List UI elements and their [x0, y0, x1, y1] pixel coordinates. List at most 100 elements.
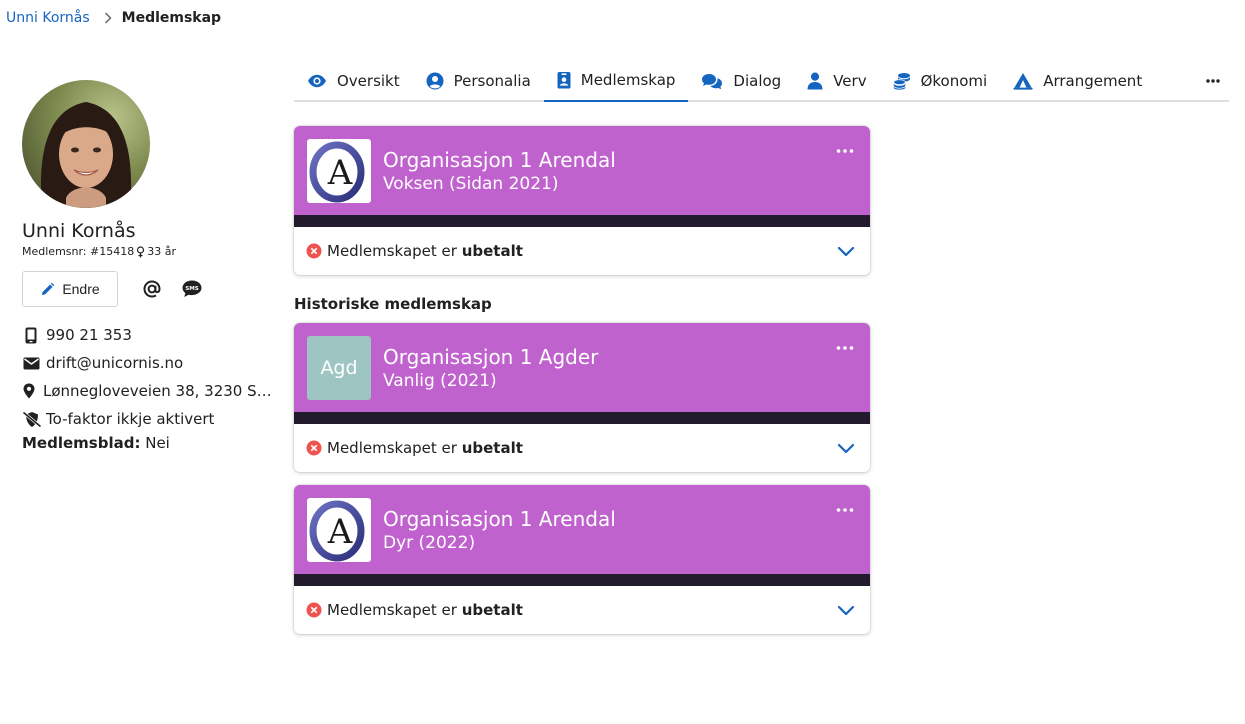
- payment-status-value: ubetalt: [461, 601, 523, 619]
- org-logo: Agd: [307, 335, 371, 400]
- tab-arrangement[interactable]: Arrangement: [1000, 60, 1155, 102]
- chevron-down-icon[interactable]: [834, 436, 858, 460]
- email-address[interactable]: drift@unicornis.no: [46, 354, 183, 372]
- tab-label: Oversikt: [337, 72, 400, 90]
- error-circle-icon: [306, 440, 322, 456]
- address-row: Lønnegloveveien 38, 3230 Sandefjord: [22, 377, 280, 405]
- coins-icon: [892, 72, 911, 90]
- profile-actions: Endre SMS: [22, 271, 280, 307]
- membership-type: Voksen (Sidan 2021): [383, 173, 559, 194]
- membership-card-titles: Organisasjon 1 Arendal Dyr (2022): [383, 506, 616, 554]
- member-meta: Medlemsnr: #15418 33 år: [22, 245, 280, 259]
- tab-label: Arrangement: [1043, 72, 1143, 90]
- comments-icon: [701, 73, 723, 90]
- at-sign-icon[interactable]: [140, 277, 164, 301]
- magazine-label: Medlemsblad:: [22, 434, 141, 452]
- svg-text:A: A: [327, 153, 353, 193]
- membership-card: A Organisasjon 1 Arendal Voksen (Sidan 2…: [294, 126, 870, 275]
- magazine-value: Nei: [145, 434, 170, 452]
- chevron-down-icon[interactable]: [834, 239, 858, 263]
- tab-label: Medlemskap: [580, 71, 676, 89]
- edit-button[interactable]: Endre: [22, 271, 118, 307]
- female-icon: [136, 246, 145, 258]
- map-marker-icon: [22, 383, 36, 399]
- mobile-phone-icon: [22, 327, 40, 344]
- magazine-row: Medlemsblad: Nei: [22, 433, 280, 453]
- more-tabs-icon[interactable]: [1201, 70, 1225, 92]
- two-factor-status: To-faktor ikkje aktivert: [46, 410, 215, 428]
- tent-icon: [1013, 72, 1033, 90]
- pencil-icon: [40, 282, 55, 297]
- tab-label: Verv: [833, 72, 867, 90]
- card-menu-icon[interactable]: [836, 339, 854, 357]
- membership-card-titles: Organisasjon 1 Agder Vanlig (2021): [383, 344, 598, 392]
- error-circle-icon: [306, 602, 322, 618]
- historic-section-title: Historiske medlemskap: [294, 295, 492, 313]
- error-circle-icon: [306, 243, 322, 259]
- membership-status-row[interactable]: Medlemskapet er ubetalt: [294, 227, 870, 275]
- payment-status-value: ubetalt: [461, 242, 523, 260]
- tab-oversikt[interactable]: Oversikt: [294, 60, 413, 102]
- tab-label: Dialog: [733, 72, 782, 90]
- tab-label: Økonomi: [920, 72, 988, 90]
- edit-button-label: Endre: [62, 281, 100, 297]
- membership-card-header: A Organisasjon 1 Arendal Dyr (2022): [294, 485, 870, 574]
- membership-card-header: A Organisasjon 1 Arendal Voksen (Sidan 2…: [294, 126, 870, 215]
- payment-status: Medlemskapet er ubetalt: [327, 601, 523, 619]
- membership-status-row[interactable]: Medlemskapet er ubetalt: [294, 586, 870, 634]
- tab-dialog[interactable]: Dialog: [688, 60, 794, 102]
- phone-number[interactable]: 990 21 353: [46, 326, 132, 344]
- membership-type: Vanlig (2021): [383, 370, 497, 391]
- tab-verv[interactable]: Verv: [794, 60, 879, 102]
- address: Lønnegloveveien 38, 3230 Sandefjord: [43, 382, 275, 400]
- breadcrumb-parent-link[interactable]: Unni Kornås: [6, 10, 90, 26]
- member-number: Medlemsnr: #15418: [22, 245, 135, 258]
- two-factor-row: To-faktor ikkje aktivert: [22, 405, 280, 433]
- phone-row: 990 21 353: [22, 321, 280, 349]
- breadcrumb-current: Medlemskap: [121, 10, 222, 26]
- payment-status-value: ubetalt: [461, 439, 523, 457]
- membership-card-bar: [294, 412, 870, 424]
- payment-status: Medlemskapet er ubetalt: [327, 242, 523, 260]
- membership-card-bar: [294, 215, 870, 227]
- membership-card-titles: Organisasjon 1 Arendal Voksen (Sidan 202…: [383, 147, 616, 195]
- membership-card-header: Agd Organisasjon 1 Agder Vanlig (2021): [294, 323, 870, 412]
- card-menu-icon[interactable]: [836, 142, 854, 160]
- user-circle-icon: [426, 72, 444, 90]
- svg-text:A: A: [327, 512, 353, 552]
- tab-okonomi[interactable]: Økonomi: [880, 60, 1001, 102]
- breadcrumb: Unni Kornås Medlemskap: [6, 9, 221, 27]
- tab-label: Personalia: [453, 72, 531, 90]
- email-row: drift@unicornis.no: [22, 349, 280, 377]
- shield-slash-icon: [22, 410, 42, 428]
- chevron-right-icon: [104, 12, 112, 24]
- user-name: Unni Kornås: [22, 220, 136, 242]
- tab-personalia[interactable]: Personalia: [413, 60, 544, 102]
- id-badge-icon: [557, 71, 571, 89]
- membership-panel: A Organisasjon 1 Arendal Voksen (Sidan 2…: [294, 126, 870, 634]
- profile-sidebar: Unni Kornås Medlemsnr: #15418 33 år Endr…: [22, 80, 280, 453]
- payment-status: Medlemskapet er ubetalt: [327, 439, 523, 457]
- svg-text:SMS: SMS: [185, 286, 199, 292]
- tab-medlemskap[interactable]: Medlemskap: [543, 60, 689, 102]
- member-age: 33 år: [147, 245, 176, 258]
- membership-status-row[interactable]: Medlemskapet er ubetalt: [294, 424, 870, 472]
- membership-type: Dyr (2022): [383, 532, 476, 553]
- membership-card-bar: [294, 574, 870, 586]
- contact-details: 990 21 353 drift@unicornis.no Lønneglove…: [22, 321, 280, 453]
- user-icon: [807, 72, 823, 90]
- card-menu-icon[interactable]: [836, 501, 854, 519]
- historic-membership-card: A Organisasjon 1 Arendal Dyr (2022) Medl…: [294, 485, 870, 634]
- org-name: Organisasjon 1 Arendal: [383, 506, 616, 531]
- org-name: Organisasjon 1 Agder: [383, 344, 599, 369]
- envelope-icon: [22, 357, 40, 370]
- chevron-down-icon[interactable]: [834, 598, 858, 622]
- profile-tabs: Oversikt Personalia Medlemskap Dialog Ve…: [294, 60, 1229, 102]
- historic-membership-card: Agd Organisasjon 1 Agder Vanlig (2021) M…: [294, 323, 870, 472]
- eye-icon: [307, 74, 327, 88]
- org-logo: A: [307, 497, 371, 562]
- avatar: [22, 80, 150, 208]
- sms-icon[interactable]: SMS: [180, 277, 204, 301]
- org-name: Organisasjon 1 Arendal: [383, 147, 616, 172]
- org-logo: A: [307, 138, 371, 203]
